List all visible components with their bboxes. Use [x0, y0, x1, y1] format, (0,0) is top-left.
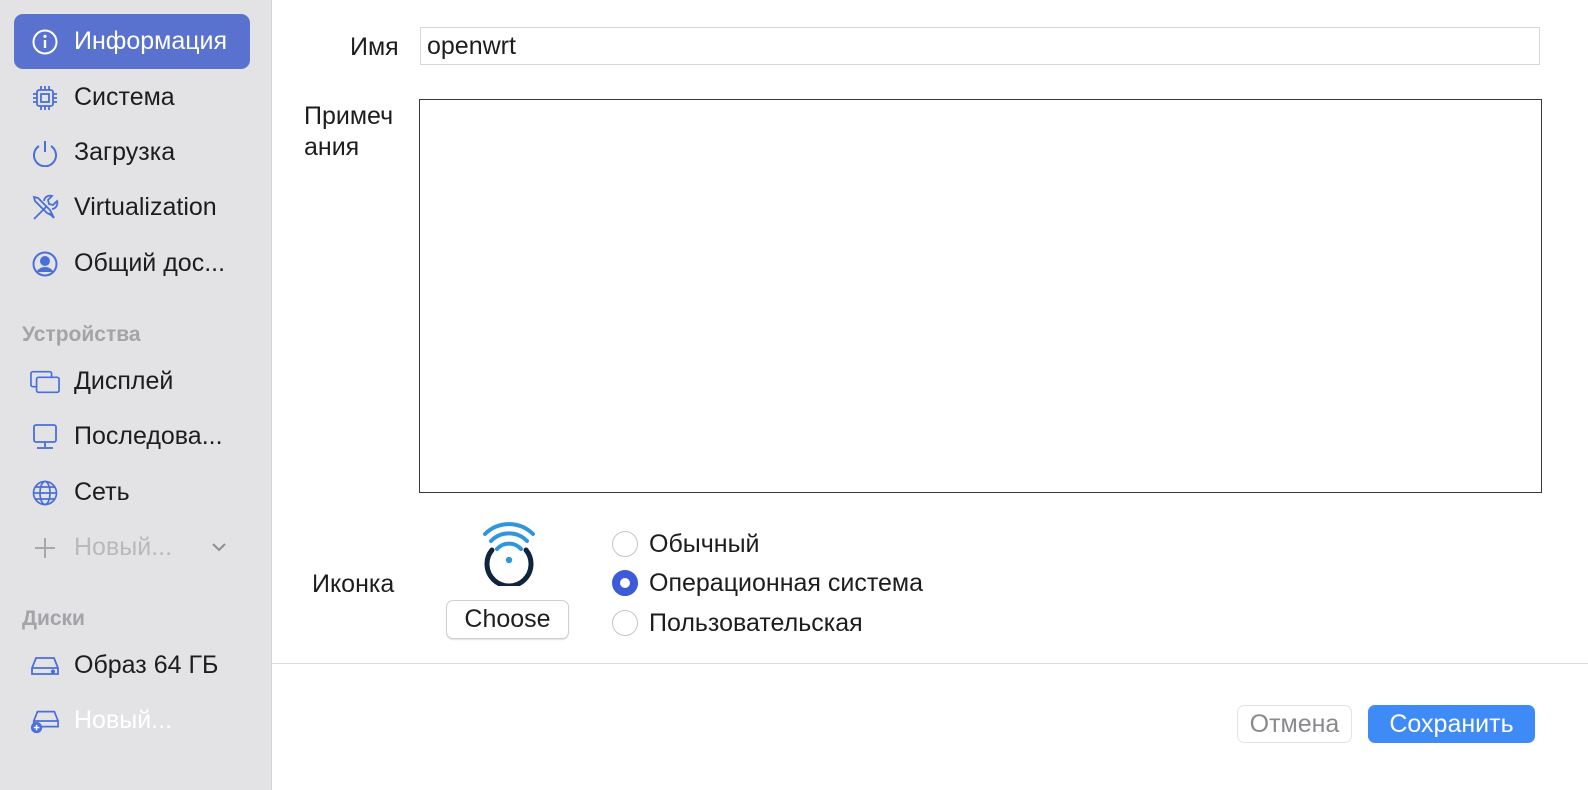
sidebar-item-new-drive[interactable]: Новый...	[14, 693, 250, 748]
sidebar-item-boot[interactable]: Загрузка	[14, 125, 250, 180]
globe-icon	[30, 478, 60, 508]
sidebar-item-information[interactable]: Информация	[14, 14, 250, 69]
sidebar-item-label: Дисплей	[74, 367, 174, 395]
sidebar-item-label: Загрузка	[74, 138, 176, 166]
sidebar-item-label: Новый...	[74, 533, 173, 561]
sidebar-item-serial[interactable]: Последова...	[14, 409, 250, 464]
sidebar: Информация Система Загрузка Virtualizati…	[0, 0, 272, 790]
drive-icon	[30, 651, 60, 681]
sidebar-item-label: Система	[74, 83, 175, 111]
sidebar-item-virtualization[interactable]: Virtualization	[14, 180, 250, 235]
radio-label: Обычный	[649, 529, 760, 558]
openwrt-logo-icon	[483, 522, 535, 589]
sidebar-item-network[interactable]: Сеть	[14, 465, 250, 520]
plus-icon	[30, 533, 60, 563]
os-icon-preview	[477, 522, 541, 589]
sidebar-item-display[interactable]: Дисплей	[14, 354, 250, 409]
notes-label-line-2: ания	[304, 133, 360, 161]
power-icon	[30, 138, 60, 168]
icon-option-os[interactable]: Операционная система	[612, 563, 923, 603]
sidebar-item-sharing[interactable]: Общий дос...	[14, 236, 250, 291]
sidebar-item-label: Последова...	[74, 422, 223, 450]
sidebar-item-new-device[interactable]: Новый...	[14, 520, 250, 575]
notes-label-line-1: Примеч	[304, 102, 394, 130]
name-label: Имя	[350, 33, 399, 61]
sidebar-item-label: Информация	[74, 27, 228, 55]
radio-label: Операционная система	[649, 568, 924, 597]
person-circle-icon	[30, 249, 60, 279]
sidebar-item-label: Образ 64 ГБ	[74, 651, 219, 679]
add-drive-icon	[30, 706, 60, 736]
sidebar-item-system[interactable]: Система	[14, 70, 250, 125]
sidebar-item-label: Новый...	[74, 706, 173, 734]
notes-textarea[interactable]	[419, 99, 1542, 493]
cpu-chip-icon	[30, 83, 60, 113]
devices-section-header: Устройства	[22, 323, 141, 346]
radio-button[interactable]	[612, 531, 638, 557]
sidebar-item-label: Общий дос...	[74, 249, 226, 277]
info-icon	[30, 27, 60, 57]
save-button[interactable]: Сохранить	[1368, 705, 1535, 743]
drives-section-header: Диски	[22, 607, 85, 630]
main-panel: Имя Примеч ания Иконка Choose Обычный Оп…	[272, 0, 1588, 790]
footer-divider	[272, 663, 1588, 664]
tools-icon	[30, 193, 60, 223]
terminal-icon	[30, 422, 60, 452]
icon-option-custom[interactable]: Пользовательская	[612, 603, 863, 643]
chevron-down-icon[interactable]	[210, 538, 228, 561]
choose-icon-button[interactable]: Choose	[446, 600, 569, 639]
icon-option-generic[interactable]: Обычный	[612, 524, 760, 564]
notes-label: Примеч ания	[304, 101, 393, 163]
sidebar-item-label: Virtualization	[74, 193, 217, 221]
icon-label: Иконка	[312, 570, 395, 598]
radio-button-checked[interactable]	[612, 570, 638, 596]
name-input[interactable]	[420, 27, 1540, 65]
display-icon	[30, 367, 60, 397]
sidebar-item-label: Сеть	[74, 478, 130, 506]
cancel-button[interactable]: Отмена	[1237, 705, 1352, 743]
radio-button[interactable]	[612, 610, 638, 636]
sidebar-item-drive[interactable]: Образ 64 ГБ	[14, 638, 250, 693]
radio-label: Пользовательская	[649, 608, 863, 637]
